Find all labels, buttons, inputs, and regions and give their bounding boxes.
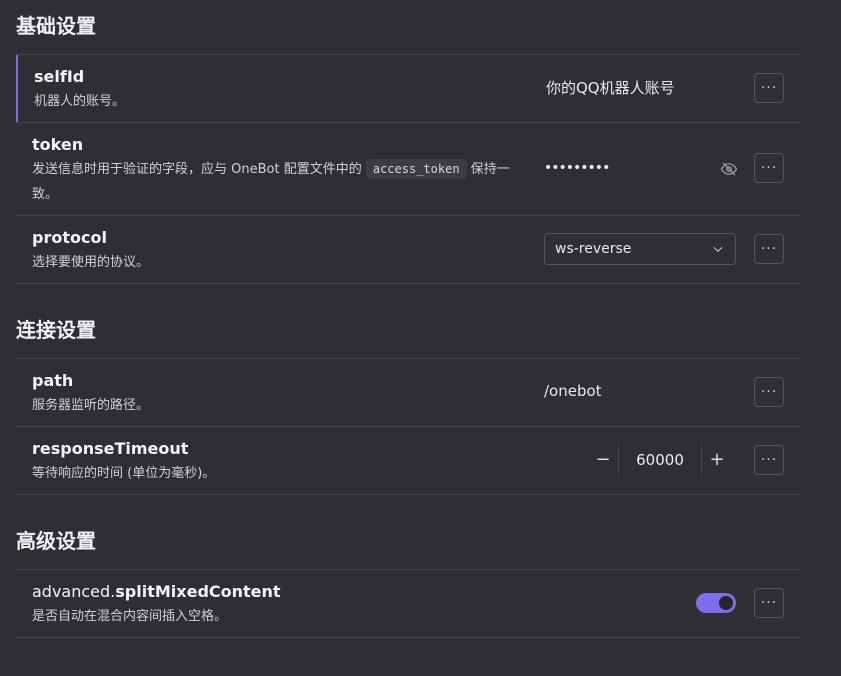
more-button[interactable]: ··· [754, 73, 784, 103]
setting-row-response-timeout[interactable]: responseTimeout 等待响应的时间 (单位为毫秒)。 − 60000… [16, 427, 800, 494]
setting-row-path[interactable]: path 服务器监听的路径。 /onebot ··· [16, 359, 800, 426]
split-mixed-content-toggle[interactable] [696, 593, 736, 613]
setting-description: 选择要使用的协议。 [32, 255, 150, 270]
path-input[interactable]: /onebot [544, 381, 602, 401]
setting-description: 发送信息时用于验证的字段，应与 OneBot 配置文件中的 access_tok… [32, 157, 522, 207]
section-title-advanced: 高级设置 [16, 529, 96, 553]
key-prefix: advanced. [32, 582, 116, 601]
setting-row-split-mixed-content[interactable]: advanced.splitMixedContent 是否自动在混合内容间插入空… [16, 570, 800, 637]
protocol-select[interactable]: ws-reverse [544, 233, 736, 265]
section-title-connection: 连接设置 [16, 318, 96, 342]
more-button[interactable]: ··· [754, 588, 784, 618]
more-button[interactable]: ··· [754, 153, 784, 183]
timeout-value-input[interactable]: 60000 [619, 446, 701, 474]
setting-key: path [32, 371, 74, 390]
key-name: splitMixedContent [115, 582, 281, 601]
description-text: 发送信息时用于验证的字段，应与 OneBot 配置文件中的 [32, 162, 366, 177]
setting-key: responseTimeout [32, 439, 189, 458]
toggle-knob [719, 596, 733, 610]
setting-description: 是否自动在混合内容间插入空格。 [32, 609, 228, 624]
setting-row-protocol[interactable]: protocol 选择要使用的协议。 ws-reverse ··· [16, 216, 800, 283]
select-value: ws-reverse [555, 241, 632, 257]
divider [16, 637, 800, 638]
setting-key: advanced.splitMixedContent [32, 582, 281, 602]
setting-row-selfid[interactable]: selfId 机器人的账号。 你的QQ机器人账号 ··· [16, 55, 800, 122]
setting-description: 机器人的账号。 [34, 94, 126, 109]
decrement-button[interactable]: − [588, 446, 618, 474]
setting-key: selfId [34, 67, 85, 86]
timeout-stepper[interactable]: − 60000 + [588, 446, 732, 474]
divider [16, 283, 800, 284]
setting-description: 等待响应的时间 (单位为毫秒)。 [32, 466, 216, 481]
section-title-basic: 基础设置 [16, 14, 96, 38]
eye-off-icon[interactable] [720, 160, 738, 178]
settings-page: 基础设置 selfId 机器人的账号。 你的QQ机器人账号 ··· token … [0, 0, 841, 676]
token-password-input[interactable]: ••••••••• [544, 158, 610, 178]
setting-description: 服务器监听的路径。 [32, 398, 150, 413]
more-button[interactable]: ··· [754, 445, 784, 475]
increment-button[interactable]: + [702, 446, 732, 474]
setting-key: protocol [32, 228, 107, 247]
setting-row-token[interactable]: token 发送信息时用于验证的字段，应与 OneBot 配置文件中的 acce… [16, 123, 800, 215]
setting-key: token [32, 135, 84, 154]
more-button[interactable]: ··· [754, 234, 784, 264]
chevron-down-icon [713, 246, 723, 253]
more-button[interactable]: ··· [754, 377, 784, 407]
code-snippet: access_token [365, 159, 467, 179]
selfid-input[interactable]: 你的QQ机器人账号 [546, 78, 675, 98]
divider [16, 494, 800, 495]
